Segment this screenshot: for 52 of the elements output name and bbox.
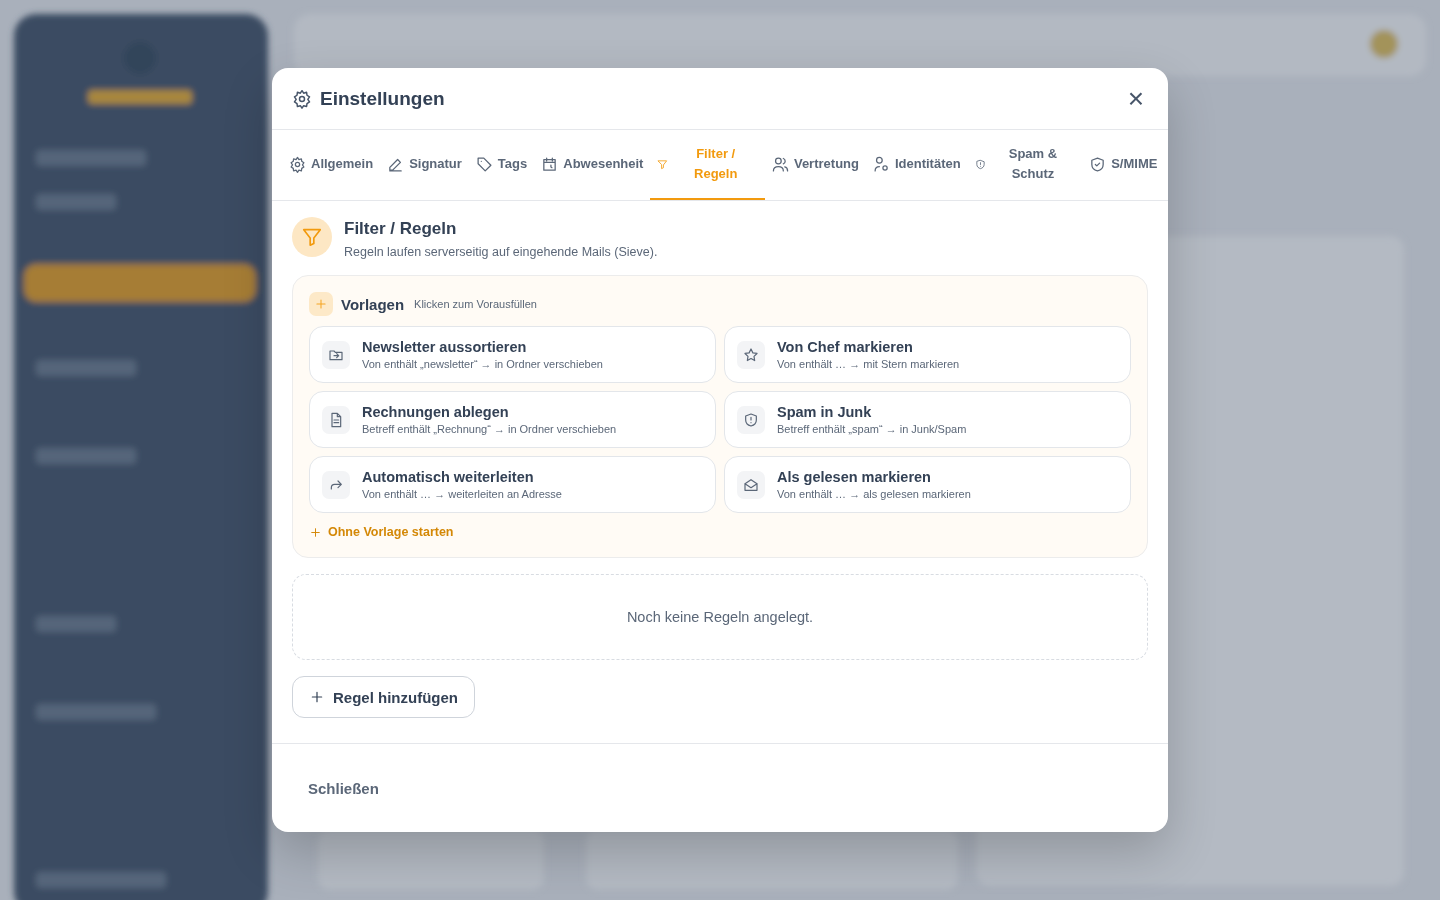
settings-tab[interactable]: Abwesenheit	[534, 130, 651, 200]
template-title: Automatisch weiterleiten	[362, 469, 535, 485]
template-description: Von enthält … → als gelesen markieren	[777, 488, 971, 500]
calendar-icon	[541, 155, 559, 173]
template-description: Von enthält … → mit Stern markieren	[777, 358, 960, 370]
shield-icon	[974, 158, 986, 170]
template-card[interactable]: Als gelesen markieren Von enthält … → als gelesen markieren	[724, 456, 1131, 513]
empty-message: Noch keine Regeln angelegt.	[626, 609, 814, 625]
template-description: Von enthält „newsletter“ → in Ordner verschieben	[362, 358, 603, 370]
template-description: Von enthält … → weiterleiten an Adresse	[362, 488, 562, 500]
settings-tab[interactable]: Tags	[468, 130, 535, 200]
settings-tab[interactable]: Spam & Schutz	[967, 130, 1083, 200]
document-icon	[322, 405, 350, 434]
filter-icon	[657, 158, 669, 170]
template-title: Newsletter aussortieren	[362, 339, 528, 355]
template-card[interactable]: Spam in Junk Betreff enthält „spam“ → in Junk/Spam	[724, 391, 1131, 448]
templates-hint: Klicken zum Vorausfüllen	[414, 298, 537, 310]
shield-check-icon	[1089, 155, 1107, 173]
section-description: Regeln laufen serverseitig auf eingehende Mails (Sieve).	[344, 245, 658, 259]
tag-icon	[475, 155, 493, 173]
shield-icon	[737, 405, 765, 434]
template-title: Rechnungen ablegen	[362, 404, 510, 420]
template-title: Spam in Junk	[777, 404, 873, 420]
templates-title: Vorlagen	[341, 295, 405, 313]
settings-tab[interactable]: Allgemein	[282, 130, 381, 200]
plus-icon	[309, 292, 333, 316]
folder-icon	[322, 340, 350, 369]
template-card[interactable]: Rechnungen ablegen Betreff enthält „Rechnung“ → in Ordner verschieben	[309, 391, 716, 448]
plus-icon	[309, 689, 325, 705]
filter-badge-icon	[292, 217, 332, 257]
template-card[interactable]: Newsletter aussortieren Von enthält „newsletter“ → in Ordner verschieben	[309, 326, 716, 383]
person-icon	[872, 155, 890, 173]
dialog-title: Einstellungen	[320, 87, 446, 110]
template-title: Von Chef markieren	[777, 339, 914, 355]
plus-icon	[309, 525, 322, 539]
template-card[interactable]: Von Chef markieren Von enthält … → mit Stern markieren	[724, 326, 1131, 383]
settings-tab[interactable]: Identitäten	[865, 130, 968, 200]
settings-tab[interactable]: S/MIME	[1082, 130, 1165, 200]
gear-icon	[289, 155, 306, 173]
gear-icon	[292, 88, 312, 109]
template-title: Als gelesen markieren	[777, 469, 932, 485]
template-description: Betreff enthält „Rechnung“ → in Ordner verschieben	[362, 423, 617, 435]
section-title: Filter / Regeln	[344, 219, 458, 239]
settings-tab[interactable]: Vertretung	[764, 130, 866, 200]
template-card[interactable]: Automatisch weiterleiten Von enthält … → weiterleiten an Adresse	[309, 456, 716, 513]
users-icon	[771, 155, 789, 173]
template-description: Betreff enthält „spam“ → in Junk/Spam	[777, 423, 967, 435]
envelope-icon	[737, 470, 765, 499]
close-text-button[interactable]: Schließen	[292, 771, 395, 805]
close-button[interactable]: ×	[1123, 86, 1148, 111]
settings-tab[interactable]: Signatur	[380, 130, 469, 200]
add-rule-button[interactable]: Regel hinzufügen	[292, 676, 475, 718]
